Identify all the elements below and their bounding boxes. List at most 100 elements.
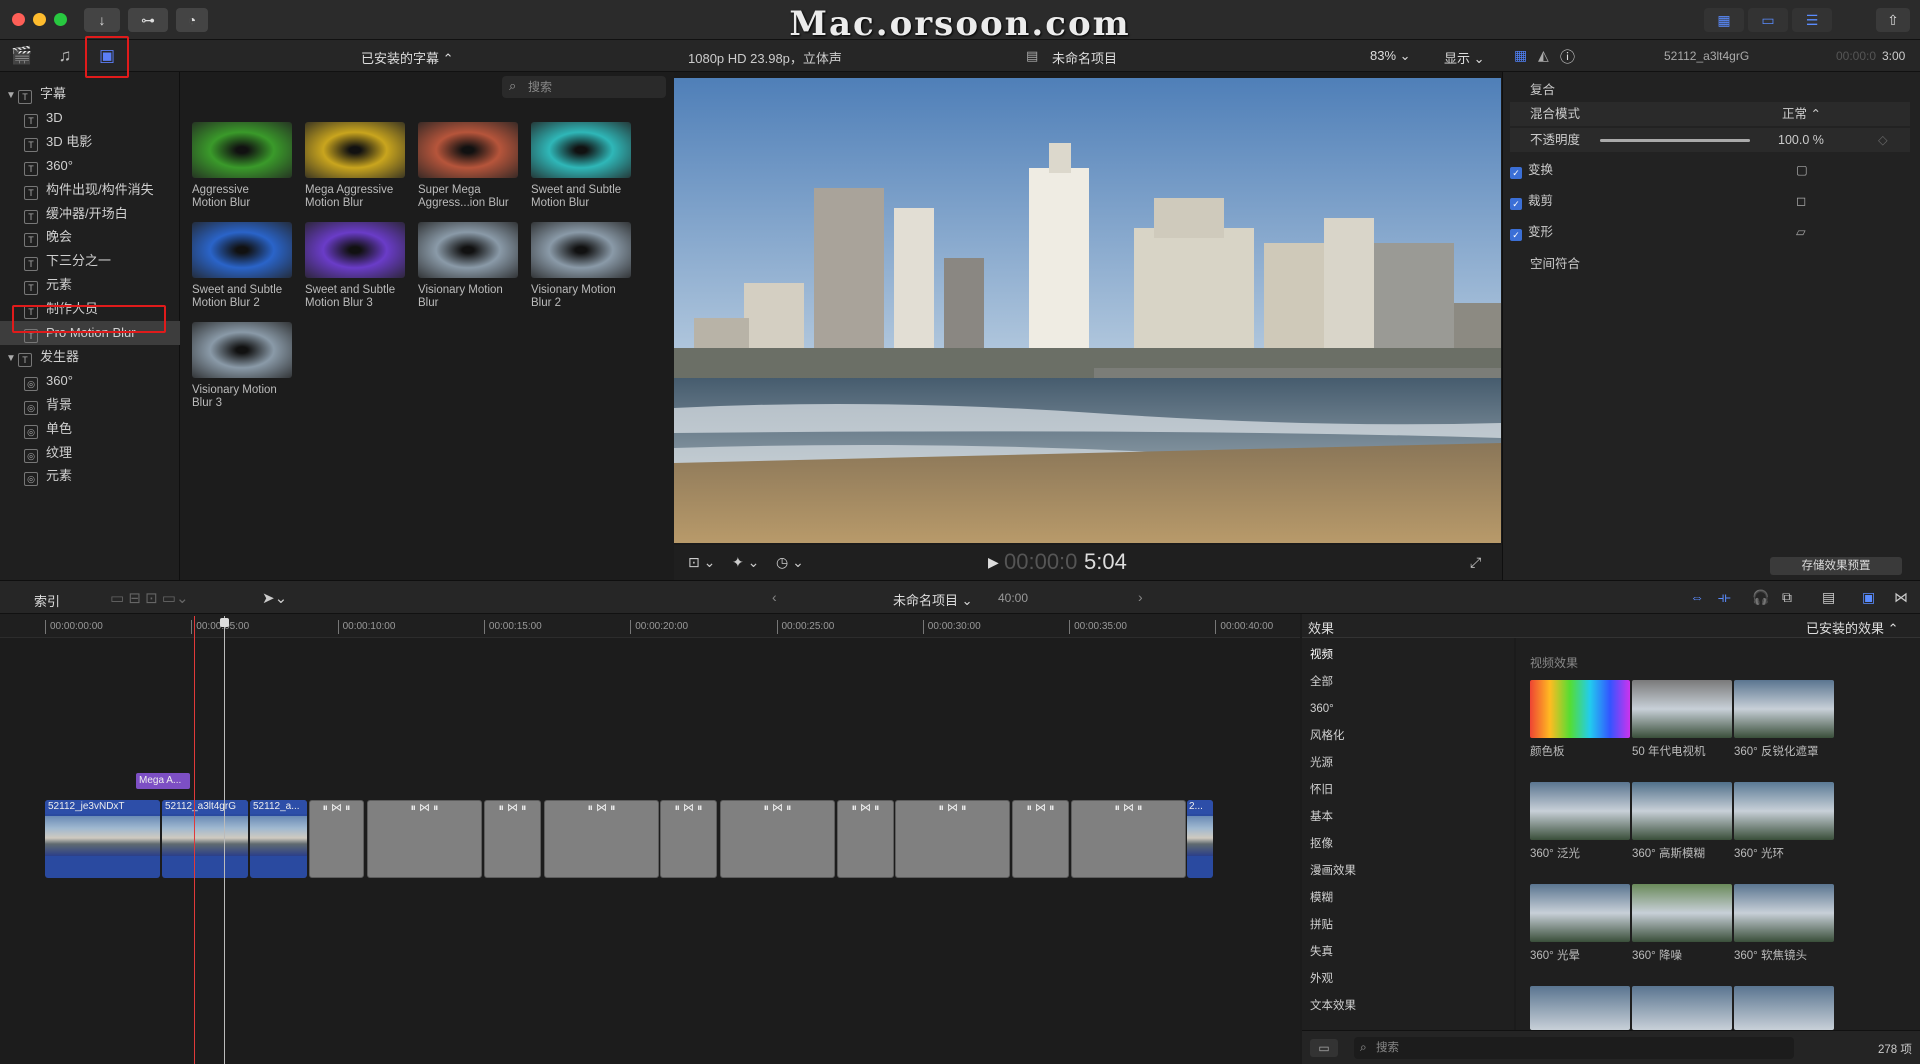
transition-clip[interactable]: ⏸ ⋈ ⏸ [309, 800, 364, 878]
clip-appearance-icon[interactable]: ▤ [1822, 589, 1835, 606]
color-inspector-icon[interactable]: ◭ [1538, 47, 1549, 64]
video-clip[interactable]: 52112_a... [250, 800, 307, 878]
timeline-project-menu[interactable]: 未命名项目 ⌄ [893, 590, 973, 609]
info-icon[interactable]: ⓘ [1560, 46, 1575, 67]
browser-search-input[interactable]: 搜索 [502, 76, 666, 98]
title-thumbnail[interactable] [305, 122, 405, 178]
library-item[interactable]: T 3D 电影 [0, 130, 180, 154]
inspector-section-row[interactable]: ✓ 变形 ▱ [1510, 220, 1910, 244]
transition-clip[interactable]: ⏸ ⋈ ⏸ [484, 800, 541, 878]
photos-music-icon[interactable]: ♫ [53, 46, 77, 66]
minimize-window-button[interactable] [33, 13, 46, 26]
audio-skimming-icon[interactable]: ⇔ [1690, 589, 1704, 605]
disclosure-triangle-icon[interactable]: ▼ [6, 347, 18, 371]
title-thumbnail[interactable] [531, 122, 631, 178]
transition-clip[interactable]: ⏸ ⋈ ⏸ [895, 800, 1010, 878]
retime-icon[interactable]: ◷ ⌄ [776, 554, 804, 571]
effect-category[interactable]: 拼贴 [1310, 912, 1510, 939]
library-item[interactable]: T 缓冲器/开场白 [0, 202, 180, 226]
library-group[interactable]: ▼ T 字幕 [0, 82, 180, 106]
fullscreen-icon[interactable]: ⤢ [1470, 554, 1481, 571]
keywords-button[interactable]: ⊶ [128, 8, 168, 32]
title-thumbnail[interactable] [305, 222, 405, 278]
checkbox[interactable]: ✓ [1510, 229, 1522, 241]
inspector-section-row[interactable]: ✓ 裁剪 ◻ [1510, 189, 1910, 213]
show-timeline-button[interactable]: ▭ [1748, 8, 1788, 32]
transition-clip[interactable]: ⏸ ⋈ ⏸ [544, 800, 659, 878]
transition-clip[interactable]: ⏸ ⋈ ⏸ [1071, 800, 1186, 878]
zoom-menu[interactable]: 83% ⌄ [1370, 48, 1411, 64]
library-item[interactable]: T 360° [0, 154, 180, 178]
sidebar-toggle-icon[interactable]: ▭ [1310, 1039, 1338, 1057]
video-clip[interactable]: 52112_je3vNDxT [45, 800, 160, 878]
library-item[interactable]: T 晚会 [0, 225, 180, 249]
background-tasks-button[interactable]: ◔ [176, 8, 208, 32]
title-thumbnail[interactable] [418, 122, 518, 178]
effect-thumbnail[interactable] [1530, 680, 1630, 738]
effect-category[interactable]: 视频 [1310, 642, 1510, 669]
effect-category[interactable]: 模糊 [1310, 885, 1510, 912]
effect-thumbnail[interactable] [1530, 884, 1630, 942]
effect-category[interactable]: 光源 [1310, 750, 1510, 777]
transition-clip[interactable]: ⏸ ⋈ ⏸ [1012, 800, 1069, 878]
effect-category[interactable]: 风格化 [1310, 723, 1510, 750]
installed-effects-menu[interactable]: 已安装的效果 ⌃ [1806, 618, 1899, 637]
effects-browser-icon[interactable]: ▣ [1862, 589, 1875, 606]
effect-thumbnail[interactable] [1530, 782, 1630, 840]
history-back-icon[interactable]: ‹ [772, 589, 777, 605]
clapper-icon[interactable]: 🎬 [10, 46, 34, 66]
effect-thumbnail[interactable] [1734, 782, 1834, 840]
effect-thumbnail[interactable] [1632, 680, 1732, 738]
effect-thumbnail[interactable] [1734, 680, 1834, 738]
installed-titles-menu[interactable]: 已安装的字幕 ⌃ [361, 48, 454, 67]
effect-category[interactable]: 漫画效果 [1310, 858, 1510, 885]
library-item[interactable]: ◎ 360° [0, 369, 180, 393]
library-item[interactable]: ◎ 纹理 [0, 441, 180, 465]
library-item[interactable]: ◎ 背景 [0, 393, 180, 417]
blend-mode-select[interactable]: 正常 ⌃ [1782, 102, 1821, 126]
library-item[interactable]: T 构件出现/构件消失 [0, 178, 180, 202]
zoom-window-button[interactable] [54, 13, 67, 26]
effect-thumbnail[interactable] [1632, 782, 1732, 840]
transition-clip[interactable]: ⏸ ⋈ ⏸ [660, 800, 717, 878]
opacity-slider[interactable] [1600, 139, 1750, 142]
share-icon[interactable]: ⇧ [1876, 8, 1910, 32]
effect-thumbnail[interactable] [1734, 986, 1834, 1030]
skimming-icon[interactable]: ⟛ [1718, 589, 1731, 606]
effect-category[interactable]: 抠像 [1310, 831, 1510, 858]
transition-clip[interactable]: ⏸ ⋈ ⏸ [720, 800, 835, 878]
display-menu[interactable]: 显示 ⌄ [1444, 48, 1485, 67]
keyframe-icon[interactable]: ◇ [1878, 128, 1888, 152]
effect-thumbnail[interactable] [1530, 986, 1630, 1030]
title-thumbnail[interactable] [418, 222, 518, 278]
effect-category[interactable]: 外观 [1310, 966, 1510, 993]
inspector-section-row[interactable]: ✓ 变换 ▢ [1510, 158, 1910, 182]
effect-thumbnail[interactable] [1734, 884, 1834, 942]
transition-clip[interactable]: ⏸ ⋈ ⏸ [837, 800, 894, 878]
video-inspector-icon[interactable]: ▦ [1514, 47, 1527, 64]
import-button[interactable]: ↓ [84, 8, 120, 32]
close-window-button[interactable] [12, 13, 25, 26]
effect-category[interactable]: 怀旧 [1310, 777, 1510, 804]
title-thumbnail[interactable] [192, 322, 292, 378]
index-button[interactable]: 索引 [34, 591, 60, 610]
show-browser-button[interactable]: ▦ [1704, 8, 1744, 32]
transitions-browser-icon[interactable]: ⋈ [1894, 589, 1908, 606]
play-icon[interactable]: ▶ [988, 554, 999, 571]
library-item[interactable]: ◎ 元素 [0, 464, 180, 488]
effect-thumbnail[interactable] [1632, 986, 1732, 1030]
opacity-value[interactable]: 100.0 % [1778, 128, 1824, 152]
history-forward-icon[interactable]: › [1138, 589, 1143, 605]
title-thumbnail[interactable] [192, 122, 292, 178]
title-thumbnail[interactable] [531, 222, 631, 278]
video-clip[interactable]: 2... [1187, 800, 1213, 878]
video-clip[interactable]: 52112_a3lt4grG [162, 800, 248, 878]
titles-generators-icon[interactable]: ▣ [95, 46, 119, 66]
effect-category[interactable]: 全部 [1310, 669, 1510, 696]
select-tool-icon[interactable]: ➤⌄ [262, 589, 287, 607]
effect-category[interactable]: 360° [1310, 696, 1510, 723]
title-thumbnail[interactable] [192, 222, 292, 278]
checkbox[interactable]: ✓ [1510, 167, 1522, 179]
enhance-wand-icon[interactable]: ✦ ⌄ [732, 554, 759, 571]
effects-search-input[interactable]: 搜索 [1354, 1037, 1794, 1059]
